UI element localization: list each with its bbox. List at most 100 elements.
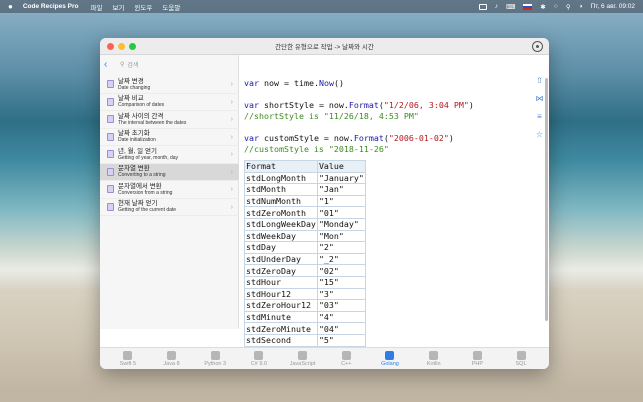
- scrollbar[interactable]: [545, 78, 548, 321]
- item-title: 날짜 비교: [118, 95, 144, 103]
- golang-icon: [385, 350, 395, 360]
- search-input[interactable]: ⚲ 검색: [120, 59, 232, 70]
- item-subtitle: Comparison of dates: [118, 102, 165, 109]
- window-title: 간단한 유형으로 작업 -> 날짜와 시간: [275, 44, 374, 51]
- list-item[interactable]: 년, 월, 일 얻기 Getting of year, month, day ›: [100, 146, 239, 164]
- value-cell: "January": [316, 171, 366, 185]
- tab-golang[interactable]: Golang: [370, 348, 410, 369]
- item-subtitle: Getting of year, month, day: [118, 154, 179, 161]
- share-icon[interactable]: ⇧: [535, 76, 544, 85]
- format-cell: stdNumMonth: [244, 194, 318, 208]
- format-icon[interactable]: ≡: [535, 112, 544, 121]
- item-title: 날짜 사이의 간격: [118, 112, 164, 120]
- tab-python[interactable]: Python 3: [195, 348, 235, 369]
- table-row: stdMonth "Jan": [244, 183, 366, 196]
- value-cell: "5": [316, 333, 366, 347]
- keyboard-icon[interactable]: ⌨: [506, 3, 515, 11]
- wifi-icon[interactable]: ○: [554, 3, 558, 10]
- item-subtitle: The interval between the dates: [118, 119, 187, 126]
- input-source-flag-icon[interactable]: [523, 3, 533, 10]
- table-header-row: Format Value: [244, 160, 366, 173]
- bluetooth-icon[interactable]: ✱: [540, 3, 545, 11]
- list-item[interactable]: 현재 날짜 얻기 Getting of the current date ›: [100, 199, 239, 216]
- menu-view[interactable]: 보기: [112, 2, 124, 12]
- table-row: stdLongMonth "January": [244, 171, 366, 185]
- clock[interactable]: Пт, 6 авг. 09:02: [591, 3, 635, 10]
- item-subtitle: Converting to a string: [118, 172, 166, 179]
- format-cell: stdZeroDay: [244, 264, 318, 277]
- tab-javascript[interactable]: JavaScript: [283, 348, 323, 369]
- menu-file[interactable]: 파일: [90, 2, 102, 12]
- back-chevron-icon[interactable]: ‹: [104, 59, 107, 70]
- sql-icon: [516, 350, 526, 360]
- code-keyword: var: [244, 78, 259, 88]
- format-cell: stdWeekDay: [244, 229, 318, 243]
- search-placeholder: 검색: [127, 63, 139, 69]
- list-item-selected[interactable]: 문자열 변환 Converting to a string ›: [100, 163, 239, 181]
- format-cell: stdLongWeekDay: [244, 217, 318, 231]
- code-text: ): [448, 133, 454, 143]
- search-icon[interactable]: ⚲: [566, 3, 571, 11]
- tab-php[interactable]: PHP: [457, 348, 497, 369]
- format-cell: stdDay: [244, 241, 318, 254]
- apple-icon[interactable]: ●: [8, 2, 13, 11]
- chevron-right-icon: ›: [230, 98, 233, 106]
- collapse-icon[interactable]: ⋈: [535, 94, 544, 103]
- code-view[interactable]: var now = time.Now() var shortStyle = no…: [244, 78, 474, 155]
- value-cell: "03": [316, 299, 366, 312]
- app-window: 간단한 유형으로 작업 -> 날짜와 시간 ‹ ⚲ 검색 날짜 변경 Date c…: [100, 38, 549, 369]
- desktop-bottom: [0, 388, 643, 402]
- code-comment: //shortStyle is "11/26/18, 4:53 PM": [244, 111, 419, 121]
- document-icon: [107, 97, 114, 106]
- message-icon[interactable]: [478, 3, 487, 10]
- gear-icon[interactable]: [532, 41, 543, 52]
- code-keyword: var: [244, 133, 259, 143]
- document-icon: [107, 167, 114, 176]
- app-menu[interactable]: Code Recipes Pro: [23, 3, 79, 10]
- value-cell: "02": [316, 264, 366, 277]
- code-call: Format: [348, 100, 379, 110]
- tab-cpp[interactable]: C++: [326, 348, 366, 369]
- volume-icon[interactable]: ♪: [495, 3, 498, 10]
- item-subtitle: Date changing: [118, 84, 151, 91]
- format-cell: stdUnderDay: [244, 252, 318, 266]
- tab-java[interactable]: Java 8: [152, 348, 192, 369]
- code-text: shortStyle = now.: [259, 100, 349, 110]
- table-row: stdZeroMonth "01": [244, 206, 366, 219]
- list-item[interactable]: 날짜 사이의 간격 The interval between the dates …: [100, 111, 239, 129]
- table-row: stdLongWeekDay "Monday": [244, 217, 366, 231]
- value-cell: "4": [316, 310, 366, 324]
- code-keyword: var: [244, 100, 259, 110]
- format-table: Format Value stdLongMonth "January" stdMon…: [244, 160, 366, 347]
- table-row: stdMinute "4": [244, 310, 366, 324]
- format-cell: stdMinute: [244, 310, 318, 324]
- tab-sql[interactable]: SQL: [501, 348, 541, 369]
- tab-csharp[interactable]: C# 9.0: [239, 348, 279, 369]
- list-item[interactable]: 날짜 비교 Comparison of dates ›: [100, 94, 239, 111]
- tab-swift[interactable]: Swift 5: [108, 348, 148, 369]
- tab-label: Golang: [381, 360, 399, 367]
- item-title: 문자열 변환: [118, 165, 150, 173]
- value-cell: "01": [316, 206, 366, 219]
- python-icon: [210, 350, 220, 360]
- value-cell: "15": [316, 275, 366, 289]
- control-center-icon[interactable]: ◑: [579, 3, 583, 10]
- table-row: stdUnderDay "_2": [244, 252, 366, 266]
- tab-label: PHP: [471, 360, 483, 367]
- value-cell: "2": [316, 241, 366, 254]
- document-icon: [107, 80, 114, 89]
- title-bar: 간단한 유형으로 작업 -> 날짜와 시간: [100, 38, 549, 55]
- column-header: Format: [244, 160, 318, 173]
- list-item[interactable]: 날짜 초기화 Date initialization ›: [100, 129, 239, 146]
- list-item[interactable]: 문자열에서 변환 Conversion from a string ›: [100, 181, 239, 199]
- tab-kotlin[interactable]: Kotlin: [414, 348, 454, 369]
- format-cell: stdZeroMonth: [244, 206, 318, 219]
- code-string: "2006-01-02": [388, 133, 449, 143]
- document-icon: [107, 150, 114, 159]
- menu-window[interactable]: 윈도우: [134, 2, 152, 12]
- menu-bar: ● Code Recipes Pro 파일 보기 윈도우 도움말 ♪ ⌨ ✱ ○…: [0, 0, 643, 13]
- star-icon[interactable]: ☆: [535, 130, 544, 139]
- list-item[interactable]: 날짜 변경 Date changing ›: [100, 76, 239, 94]
- menu-help[interactable]: 도움말: [162, 2, 180, 12]
- item-subtitle: Getting of the current date: [118, 207, 177, 214]
